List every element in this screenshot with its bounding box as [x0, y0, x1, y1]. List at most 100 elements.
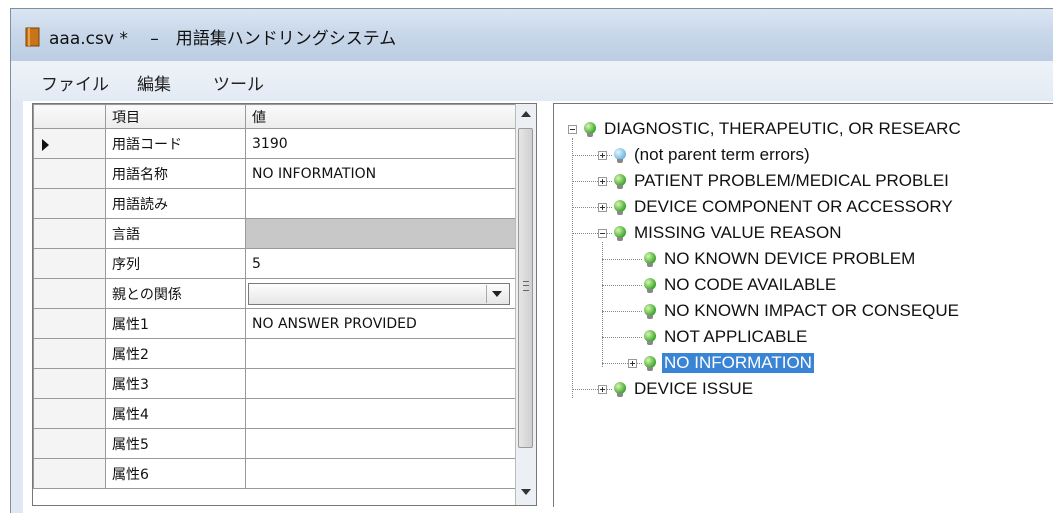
bulb-icon	[644, 304, 656, 319]
expand-icon[interactable]	[598, 151, 607, 160]
grid-cell-value[interactable]	[245, 458, 518, 489]
grid-cell-label: 属性6	[105, 458, 246, 489]
row-header[interactable]	[33, 158, 106, 189]
bulb-icon	[614, 174, 626, 189]
expand-icon[interactable]	[628, 359, 637, 368]
tree-node[interactable]: DIAGNOSTIC, THERAPEUTIC, OR RESEARC	[554, 117, 1053, 143]
grid-cell-value[interactable]: NO ANSWER PROVIDED	[245, 308, 518, 339]
grid-cell-label: 属性3	[105, 368, 246, 399]
tree-node-label[interactable]: MISSING VALUE REASON	[632, 223, 844, 243]
book-icon	[25, 27, 40, 47]
tree-node-label[interactable]: DEVICE ISSUE	[632, 379, 755, 399]
expand-icon[interactable]	[598, 385, 607, 394]
grid-cell-value[interactable]	[245, 188, 518, 219]
grid-cell-value-disabled	[245, 218, 518, 249]
grid-cell-value[interactable]: NO INFORMATION	[245, 158, 518, 189]
column-header-item[interactable]: 項目	[105, 104, 246, 129]
row-header[interactable]	[33, 428, 106, 459]
grid-row[interactable]: 属性4	[33, 398, 518, 429]
tree-connector-line	[602, 259, 642, 260]
grid-vertical-scrollbar[interactable]	[515, 104, 536, 505]
row-header[interactable]	[33, 218, 106, 249]
tree-node-label[interactable]: NO KNOWN DEVICE PROBLEM	[662, 249, 917, 269]
tree-node[interactable]: MISSING VALUE REASON	[554, 221, 1053, 247]
bulb-icon	[644, 252, 656, 267]
menu-edit[interactable]: 編集	[137, 70, 171, 95]
tree-connector-line	[602, 311, 642, 312]
tree-node-label[interactable]: NO CODE AVAILABLE	[662, 275, 838, 295]
grid-cell-label: 序列	[105, 248, 246, 279]
grid-row[interactable]: 属性3	[33, 368, 518, 399]
tree-node[interactable]: NO INFORMATION	[554, 351, 1053, 377]
property-grid: 項目 値 用語コード 3190 用語名称 NO INFORMATION 用語読み	[32, 103, 537, 506]
row-header[interactable]	[33, 278, 106, 309]
column-header-value[interactable]: 値	[245, 104, 518, 129]
scroll-up-arrow-icon[interactable]	[521, 111, 531, 117]
row-header[interactable]	[33, 128, 106, 159]
row-header[interactable]	[33, 338, 106, 369]
chevron-down-icon[interactable]	[486, 284, 507, 303]
bulb-icon	[614, 148, 626, 163]
grid-row[interactable]: 用語コード 3190	[33, 128, 518, 159]
tree-node-label[interactable]: DEVICE COMPONENT OR ACCESSORY	[632, 197, 955, 217]
tree-node[interactable]: NOT APPLICABLE	[554, 325, 1053, 351]
grid-cell-value[interactable]	[245, 428, 518, 459]
grid-header-row: 項目 値	[33, 104, 518, 129]
grid-cell-label: 属性1	[105, 308, 246, 339]
row-header[interactable]	[33, 458, 106, 489]
tree-node-label[interactable]: PATIENT PROBLEM/MEDICAL PROBLEI	[632, 171, 951, 191]
row-header[interactable]	[33, 188, 106, 219]
row-header[interactable]	[33, 398, 106, 429]
grip-icon	[523, 281, 529, 291]
tree-node[interactable]: NO KNOWN DEVICE PROBLEM	[554, 247, 1053, 273]
grid-row[interactable]: 言語	[33, 218, 518, 249]
tree-node[interactable]: PATIENT PROBLEM/MEDICAL PROBLEI	[554, 169, 1053, 195]
tree-node-label[interactable]: NO KNOWN IMPACT OR CONSEQUE	[662, 301, 961, 321]
main-content: 項目 値 用語コード 3190 用語名称 NO INFORMATION 用語読み	[23, 101, 1053, 513]
row-header[interactable]	[33, 308, 106, 339]
grid-row[interactable]: 親との関係	[33, 278, 518, 309]
scroll-down-arrow-icon[interactable]	[521, 489, 531, 495]
collapse-icon[interactable]	[598, 229, 607, 238]
window-title: aaa.csv * – 用語集ハンドリングシステム	[49, 29, 397, 49]
grid-cell-value[interactable]	[245, 368, 518, 399]
grid-cell-label: 親との関係	[105, 278, 246, 309]
scrollbar-thumb[interactable]	[518, 128, 533, 448]
grid-cell-value[interactable]	[245, 338, 518, 369]
property-table: 項目 値 用語コード 3190 用語名称 NO INFORMATION 用語読み	[33, 104, 518, 489]
tree-node[interactable]: NO KNOWN IMPACT OR CONSEQUE	[554, 299, 1053, 325]
menu-bar: ファイル 編集 ツール	[11, 61, 1053, 101]
row-header[interactable]	[33, 368, 106, 399]
relation-dropdown[interactable]	[248, 282, 510, 305]
grid-cell-value[interactable]	[245, 398, 518, 429]
grid-row[interactable]: 属性2	[33, 338, 518, 369]
tree-node[interactable]: NO CODE AVAILABLE	[554, 273, 1053, 299]
grid-row[interactable]: 用語名称 NO INFORMATION	[33, 158, 518, 189]
bulb-icon	[614, 226, 626, 241]
grid-row[interactable]: 序列 5	[33, 248, 518, 279]
tree-node[interactable]: (not parent term errors)	[554, 143, 1053, 169]
menu-file[interactable]: ファイル	[41, 70, 109, 95]
tree-connector-line	[602, 337, 642, 338]
expand-icon[interactable]	[598, 177, 607, 186]
grid-row[interactable]: 属性1 NO ANSWER PROVIDED	[33, 308, 518, 339]
grid-row[interactable]: 属性6	[33, 458, 518, 489]
grid-row[interactable]: 用語読み	[33, 188, 518, 219]
bulb-icon	[614, 382, 626, 397]
grid-cell-value[interactable]: 3190	[245, 128, 518, 159]
tree-node[interactable]: DEVICE ISSUE	[554, 377, 1053, 403]
grid-cell-value[interactable]: 5	[245, 248, 518, 279]
title-bar: aaa.csv * – 用語集ハンドリングシステム	[11, 9, 1053, 61]
tree-node-label[interactable]: (not parent term errors)	[632, 145, 812, 165]
collapse-icon[interactable]	[568, 125, 577, 134]
menu-tools[interactable]: ツール	[213, 70, 264, 95]
tree-node[interactable]: DEVICE COMPONENT OR ACCESSORY	[554, 195, 1053, 221]
tree-node-label[interactable]: NOT APPLICABLE	[662, 327, 809, 347]
grid-row[interactable]: 属性5	[33, 428, 518, 459]
expand-icon[interactable]	[598, 203, 607, 212]
tree-node-label[interactable]: NO INFORMATION	[662, 353, 814, 373]
term-tree: DIAGNOSTIC, THERAPEUTIC, OR RESEARC (not …	[553, 103, 1053, 507]
row-header[interactable]	[33, 248, 106, 279]
tree-node-label[interactable]: DIAGNOSTIC, THERAPEUTIC, OR RESEARC	[602, 119, 963, 139]
grid-cell-label: 用語コード	[105, 128, 246, 159]
